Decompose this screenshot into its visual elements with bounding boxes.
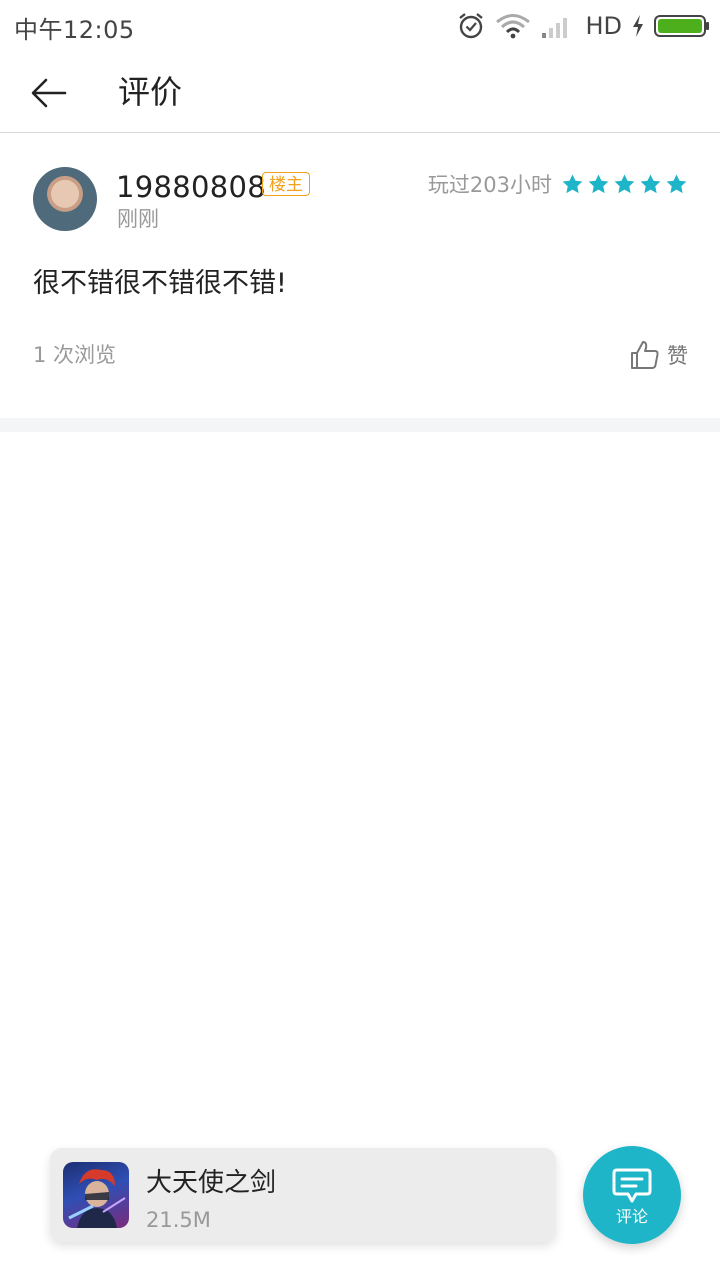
- app-icon: [63, 1162, 129, 1228]
- star-icon: [640, 174, 661, 194]
- star-rating: [561, 173, 688, 196]
- star-icon: [562, 174, 583, 194]
- app-name: 大天使之剑: [146, 1168, 277, 1198]
- back-button[interactable]: [28, 72, 70, 114]
- thumbs-up-icon: [631, 341, 659, 369]
- star-icon: [588, 174, 609, 194]
- status-time: 中午12:05: [14, 16, 135, 44]
- wifi-icon: [496, 14, 531, 39]
- status-icons: HD: [457, 8, 710, 44]
- review-card: 19880808 楼主 刚刚 玩过203小时 很不错很不错很不错! 1 次浏览 …: [0, 133, 720, 418]
- alarm-icon: [459, 13, 484, 39]
- game-character-icon: [68, 1169, 126, 1228]
- review-text: 很不错很不错很不错!: [33, 268, 287, 299]
- arrow-left-icon: [31, 78, 67, 108]
- star-icon: [614, 174, 635, 194]
- card-divider: [0, 418, 720, 432]
- network-type-label: HD: [585, 12, 622, 40]
- comment-button[interactable]: 评论: [583, 1146, 681, 1244]
- battery-icon: [654, 15, 709, 37]
- app-size: 21.5M: [146, 1208, 211, 1232]
- comment-icon: [612, 1168, 652, 1203]
- status-bar: 中午12:05 HD: [0, 0, 720, 52]
- view-count: 1 次浏览: [33, 343, 117, 367]
- comment-button-label: 评论: [615, 1207, 648, 1226]
- star-icon: [666, 174, 687, 194]
- app-download-bar[interactable]: 大天使之剑 21.5M: [50, 1148, 556, 1242]
- op-badge: 楼主: [262, 172, 310, 196]
- like-button[interactable]: 赞: [629, 337, 688, 373]
- charging-icon: [633, 15, 643, 37]
- avatar[interactable]: [33, 167, 97, 231]
- app-header: 评价: [0, 52, 720, 133]
- post-time: 刚刚: [117, 207, 159, 231]
- play-time: 玩过203小时: [427, 173, 552, 197]
- author-name[interactable]: 19880808: [116, 167, 266, 207]
- like-label: 赞: [667, 344, 688, 368]
- page-title: 评价: [118, 73, 183, 111]
- signal-icon: [542, 18, 568, 38]
